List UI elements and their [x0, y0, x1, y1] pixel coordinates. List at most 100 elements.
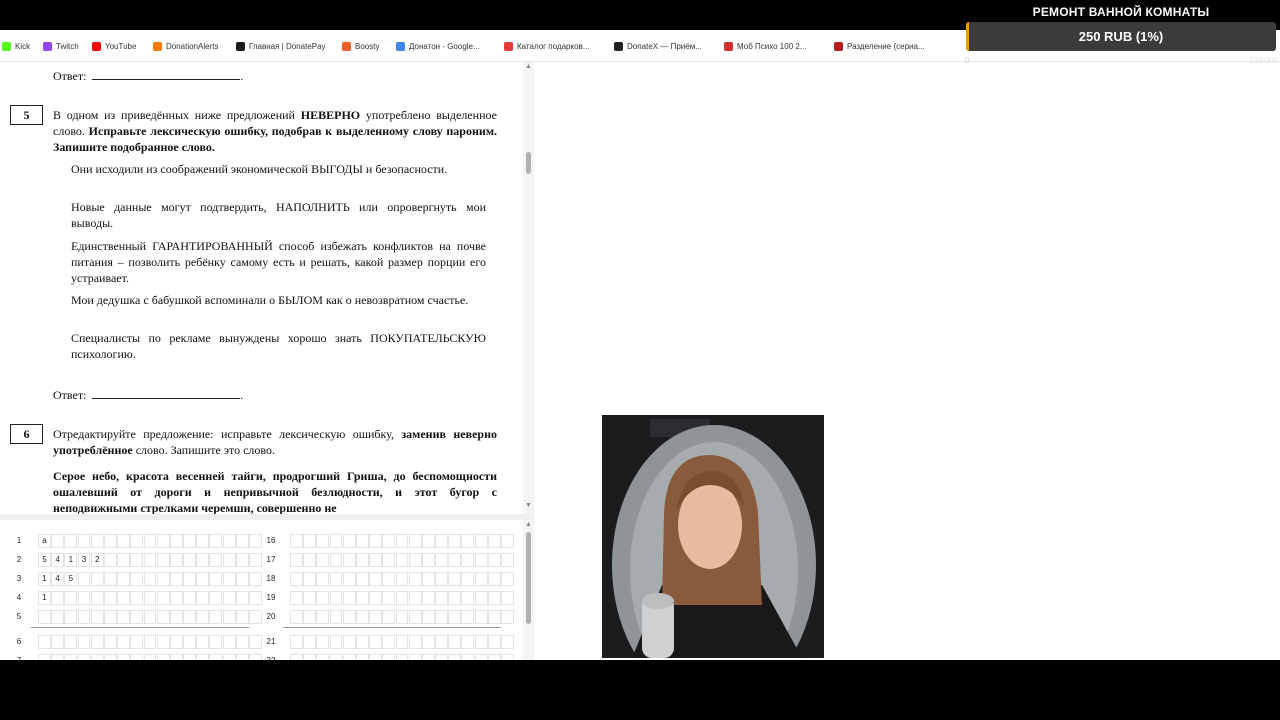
answer-cell[interactable] — [408, 591, 422, 605]
answer-cell[interactable] — [487, 635, 501, 649]
answer-cell[interactable] — [501, 610, 514, 624]
answer-cell[interactable] — [290, 572, 303, 586]
answer-cell[interactable] — [342, 572, 356, 586]
answer-cell[interactable] — [342, 591, 356, 605]
answer-cell[interactable] — [342, 534, 356, 548]
answer-cell[interactable] — [342, 610, 356, 624]
answer-cell[interactable] — [64, 635, 78, 649]
scroll-thumb[interactable] — [526, 532, 531, 624]
answer-cell[interactable] — [382, 610, 396, 624]
answer-cell[interactable] — [474, 534, 488, 548]
answer-cell[interactable] — [156, 534, 170, 548]
answer-cell[interactable] — [290, 610, 303, 624]
answer-cell[interactable] — [156, 635, 170, 649]
answer-cell[interactable] — [90, 572, 104, 586]
answer-cell[interactable] — [77, 591, 91, 605]
answer-cell[interactable] — [448, 635, 462, 649]
answer-cell[interactable] — [461, 534, 475, 548]
answer-cell[interactable] — [183, 553, 196, 567]
answer-cell[interactable] — [448, 610, 462, 624]
bookmark-youtube[interactable]: YouTube — [92, 39, 136, 53]
answer-cell[interactable] — [421, 534, 435, 548]
answer-cell[interactable] — [501, 591, 514, 605]
answer-cell[interactable] — [77, 572, 91, 586]
answer-cell[interactable] — [143, 610, 157, 624]
answer-cell[interactable] — [183, 534, 196, 548]
answer-row[interactable]: 17 — [262, 551, 514, 568]
answer-cell[interactable]: 3 — [77, 553, 91, 567]
answer-cell[interactable] — [209, 534, 223, 548]
answer-row[interactable]: 254132 — [10, 551, 262, 568]
answer-cell[interactable] — [435, 610, 448, 624]
bookmark-catalog[interactable]: Каталог подарков... — [504, 39, 589, 53]
answer-cell[interactable] — [303, 610, 317, 624]
answer-cell[interactable] — [316, 553, 330, 567]
answer-cell[interactable] — [209, 635, 223, 649]
answer-cell[interactable] — [487, 572, 501, 586]
bookmark-kick[interactable]: Kick — [2, 39, 30, 53]
answer-row[interactable]: 16 — [262, 532, 514, 549]
answer-cell[interactable] — [143, 572, 157, 586]
answer-cell[interactable] — [130, 534, 144, 548]
answer-cell[interactable] — [196, 534, 210, 548]
answer-cell[interactable] — [382, 635, 396, 649]
answer-cell[interactable] — [156, 572, 170, 586]
answer-cell[interactable] — [222, 591, 236, 605]
answer-cell[interactable] — [395, 610, 409, 624]
answer-cell[interactable] — [303, 553, 317, 567]
answer-cell[interactable] — [342, 553, 356, 567]
answer-cell[interactable] — [249, 591, 262, 605]
answer-cell[interactable] — [382, 534, 396, 548]
answer-cell[interactable] — [222, 635, 236, 649]
answer-row[interactable]: 18 — [262, 570, 514, 587]
answer-row[interactable]: 7 — [10, 652, 262, 660]
answer-cell[interactable]: 2 — [90, 553, 104, 567]
answer-cell[interactable] — [329, 635, 343, 649]
answer-cell[interactable]: 4 — [51, 553, 65, 567]
scroll-up-icon[interactable]: ▲ — [525, 521, 532, 528]
answer-cell[interactable] — [303, 591, 317, 605]
answer-cell[interactable] — [421, 572, 435, 586]
answer-cell[interactable] — [209, 572, 223, 586]
answer-cell[interactable] — [143, 534, 157, 548]
scroll-down-icon[interactable]: ▼ — [525, 502, 532, 509]
answer-cell[interactable] — [395, 534, 409, 548]
answer-cell[interactable] — [117, 591, 131, 605]
answer-cell[interactable] — [290, 635, 303, 649]
answer-cell[interactable] — [222, 610, 236, 624]
answer-cell[interactable] — [382, 553, 396, 567]
answer-cell[interactable] — [369, 610, 383, 624]
answer-cell[interactable] — [156, 591, 170, 605]
answer-cell[interactable] — [143, 553, 157, 567]
answer-cell[interactable] — [51, 534, 65, 548]
answer-cell[interactable] — [130, 572, 144, 586]
answer-cell[interactable] — [196, 635, 210, 649]
answer-cell[interactable] — [169, 610, 183, 624]
answer-cell[interactable] — [156, 610, 170, 624]
bookmark-donaton[interactable]: Донатон - Google... — [396, 39, 480, 53]
bookmark-donationalerts[interactable]: DonationAlerts — [153, 39, 218, 53]
answer-cell[interactable] — [117, 610, 131, 624]
answer-cell[interactable] — [487, 610, 501, 624]
answer-cell[interactable] — [235, 553, 249, 567]
answer-cell[interactable] — [355, 635, 369, 649]
answer-cell[interactable] — [487, 534, 501, 548]
answer-row[interactable]: 1а — [10, 532, 262, 549]
answer-cell[interactable] — [90, 591, 104, 605]
answer-cell[interactable] — [501, 635, 514, 649]
answer-cell[interactable] — [461, 572, 475, 586]
answer-cell[interactable] — [103, 553, 117, 567]
answer-cell[interactable] — [342, 635, 356, 649]
answer-row[interactable]: 41 — [10, 589, 262, 606]
answer-cell[interactable]: 5 — [38, 553, 51, 567]
answer-cell[interactable] — [408, 534, 422, 548]
answer-cell[interactable] — [90, 610, 104, 624]
answer-cell[interactable] — [408, 635, 422, 649]
answer-cell[interactable] — [329, 553, 343, 567]
answer-row[interactable]: 22 — [262, 652, 514, 660]
answer-cell[interactable] — [156, 553, 170, 567]
answer-cell[interactable] — [487, 591, 501, 605]
bookmark-donatex[interactable]: DonateX — Приём... — [614, 39, 702, 53]
answer-cell[interactable] — [408, 553, 422, 567]
answer-cell[interactable] — [249, 635, 262, 649]
